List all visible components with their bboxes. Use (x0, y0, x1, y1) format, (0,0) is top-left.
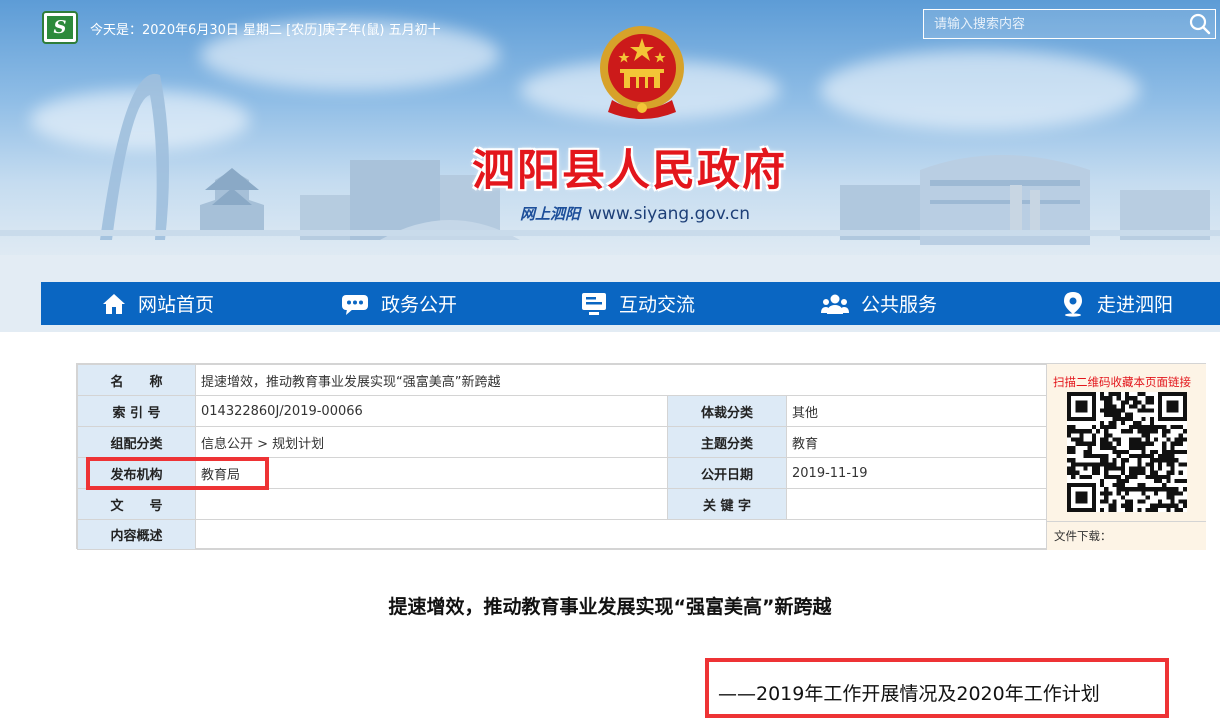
people-icon (821, 294, 849, 314)
search-icon[interactable] (1188, 12, 1212, 36)
chat-icon (342, 294, 368, 315)
date-line: 今天是：2020年6月30日 星期二 [农历]庚子年(鼠) 五月初十 (90, 23, 441, 38)
article-title: 提速增效，推动教育事业发展实现“强富美高”新跨越 (388, 596, 832, 618)
group-value: 信息公开 > 规划计划 (195, 426, 668, 458)
highlight-box-publisher (86, 457, 269, 490)
nav-label: 走进泗阳 (1097, 294, 1174, 316)
table-row: 文 号 关 键 字 (77, 488, 1047, 520)
nav-item-interaction[interactable]: 互动交流 (581, 282, 695, 325)
nav-item-gov-affairs[interactable]: 政务公开 (341, 282, 457, 325)
article-subtitle: ——2019年工作开展情况及2020年工作计划 (718, 683, 1100, 705)
index-label: 索 引 号 (77, 395, 196, 427)
qr-title: 扫描二维码收藏本页面链接 (1053, 375, 1191, 389)
docno-value (195, 488, 668, 520)
main-nav-bar: 网站首页 政务公开 互动交流 公共服务 走进泗阳 (41, 282, 1220, 325)
name-label: 名 称 (77, 364, 196, 396)
home-icon (103, 293, 125, 314)
monitor-icon (582, 292, 606, 315)
genre-label: 体裁分类 (667, 395, 787, 427)
search-input[interactable] (924, 10, 1174, 38)
subtitle-calligraphy: 网上泗阳 (520, 205, 581, 223)
file-download-label: 文件下载： (1047, 521, 1206, 550)
nav-label: 网站首页 (138, 294, 215, 316)
nav-label: 公共服务 (861, 294, 938, 316)
nav-item-home[interactable]: 网站首页 (102, 282, 214, 325)
date-label: 公开日期 (667, 457, 787, 489)
name-value: 提速增效，推动教育事业发展实现“强富美高”新跨越 (195, 364, 1047, 396)
logo-letter: S (47, 16, 73, 39)
qr-panel: 扫描二维码收藏本页面链接 文件下载： (1046, 364, 1206, 550)
search-box (923, 9, 1216, 39)
location-pin-icon (1064, 291, 1082, 317)
topic-label: 主题分类 (667, 426, 787, 458)
qr-code-image[interactable] (1063, 392, 1191, 512)
site-title: 泗阳县人民政府 (472, 146, 787, 196)
table-row: 内容概述 (77, 519, 1047, 550)
table-row: 名 称 提速增效，推动教育事业发展实现“强富美高”新跨越 (77, 364, 1047, 396)
genre-value: 其他 (786, 395, 1047, 427)
nav-item-about-siyang[interactable]: 走进泗阳 (1061, 282, 1173, 325)
summary-label: 内容概述 (77, 519, 196, 550)
site-subtitle: 网上泗阳 www.siyang.gov.cn (520, 203, 750, 224)
keyword-label: 关 键 字 (667, 488, 787, 520)
summary-value (195, 519, 1047, 550)
site-url: www.siyang.gov.cn (588, 204, 751, 224)
site-logo[interactable]: S (42, 11, 78, 44)
nav-item-public-service[interactable]: 公共服务 (821, 282, 937, 325)
keyword-value (786, 488, 1047, 520)
date-value: 2019-11-19 (786, 457, 1047, 489)
nav-label: 政务公开 (381, 294, 458, 316)
index-value: 014322860J/2019-00066 (195, 395, 668, 427)
docno-label: 文 号 (77, 488, 196, 520)
table-row: 组配分类 信息公开 > 规划计划 主题分类 教育 (77, 426, 1047, 458)
document-info-table: 名 称 提速增效，推动教育事业发展实现“强富美高”新跨越 索 引 号 01432… (76, 363, 1206, 550)
table-row: 索 引 号 014322860J/2019-00066 体裁分类 其他 (77, 395, 1047, 427)
group-label: 组配分类 (77, 426, 196, 458)
topic-value: 教育 (786, 426, 1047, 458)
national-emblem (600, 26, 684, 119)
nav-label: 互动交流 (619, 294, 696, 316)
